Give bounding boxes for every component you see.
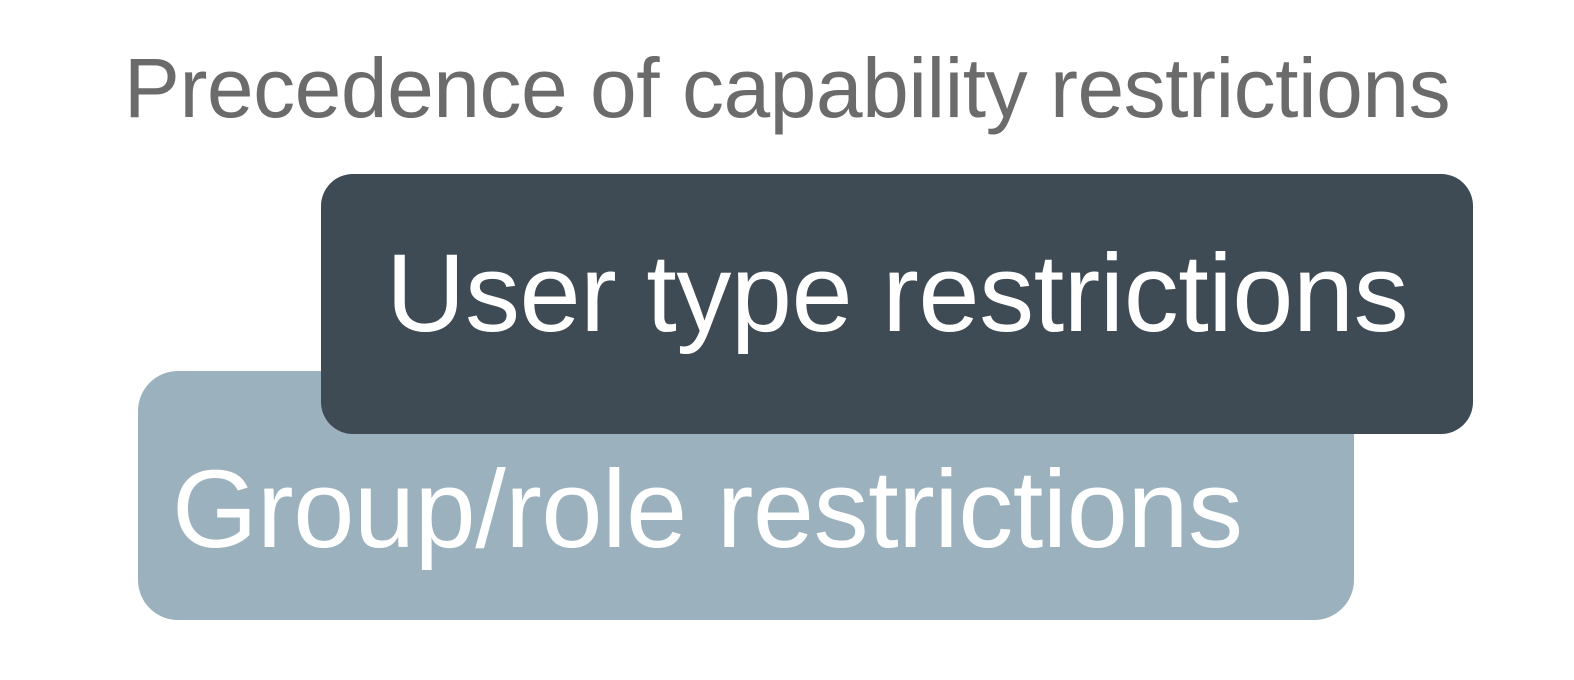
user-type-restrictions-label: User type restrictions — [386, 232, 1409, 355]
group-role-restrictions-label: Group/role restrictions — [172, 448, 1243, 571]
diagram-title: Precedence of capability restrictions — [123, 41, 1451, 135]
user-type-restrictions-block: User type restrictions — [321, 174, 1473, 434]
